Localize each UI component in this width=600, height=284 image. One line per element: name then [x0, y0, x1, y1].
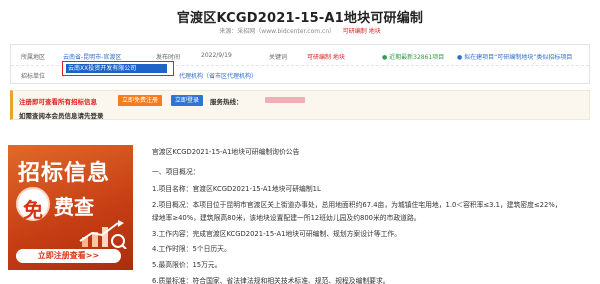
register-view-button[interactable]: 立即注册查看>>	[16, 249, 121, 263]
recent-projects-text: 近期最新32861项目	[389, 54, 445, 61]
item-overview-b: 绿地率≥40%，建筑限高80米，该地块设置配建一所12班幼儿园及约800米的市政…	[152, 214, 421, 222]
similar-projects-link[interactable]: ● 拟在建项目“可研编制地块”类似招标项目	[457, 52, 572, 61]
recent-projects-link[interactable]: ● 近期最新32861项目	[382, 52, 444, 61]
date-value: 2022/9/19	[201, 52, 232, 59]
item-quality: 6.质量标准：符合国家、省法律法规和相关技术标准、规范、规程及编制要求。	[152, 277, 390, 284]
register-prompt[interactable]: 注册即可查看所有招标信息	[19, 98, 97, 106]
company-highlight-box: 云南XX投资开发有限公司	[62, 61, 174, 76]
redacted-phone	[265, 97, 305, 103]
keyword-link[interactable]: 可研编制 地块	[307, 52, 345, 61]
source-text: 来源：采招网（www.bidcenter.com.cn）	[219, 28, 336, 35]
notice-line-2: 如需查阅本会员信息请先登录	[19, 112, 104, 120]
login-button[interactable]: 立即登录	[171, 95, 204, 106]
login-notice: 注册即可查看所有招标信息 立即免费注册 立即登录 服务热线： 如需查阅本会员信息…	[10, 90, 590, 120]
item-work-content: 3.工作内容：完成官渡区KCGD2021-15-A1地块可研编制、规划方案设计等…	[152, 230, 402, 238]
item-project-name: 1.项目名称：官渡区KCGD2021-15-A1地块可研编制1L	[152, 185, 321, 193]
agency-link[interactable]: 代理机构（省市区代理机构）	[179, 71, 257, 80]
growth-chart-icon	[79, 220, 127, 249]
hotline-label: 服务热线：	[210, 98, 243, 106]
item-overview-a: 2.项目概况：本项目位于昆明市官渡区关上街道办事处，总用地面积约67.4亩，为城…	[152, 201, 562, 209]
section-heading: 一、项目概况：	[152, 168, 200, 176]
page-title: 官渡区KCGD2021-15-A1地块可研编制	[176, 11, 424, 26]
announcement-heading: 官渡区KCGD2021-15-A1地块可研编制询价公告	[152, 148, 300, 156]
company-name-selected[interactable]: 云南XX投资开发有限公司	[66, 64, 167, 73]
region-link[interactable]: 云南省-昆明市-官渡区	[63, 52, 121, 61]
ad-headline-2: 费查	[54, 195, 94, 219]
company-label: 招标单位	[21, 73, 46, 80]
free-badge: 免	[16, 187, 50, 222]
item-time-limit: 4.工作时限：5个日历天。	[152, 245, 231, 253]
item-max-price: 5.最高限价：15万元。	[152, 261, 222, 269]
free-badge-text: 免	[23, 198, 43, 222]
ad-headline: 招标信息	[18, 161, 111, 186]
notice-line-1: 注册即可查看所有招标信息	[19, 96, 97, 106]
similar-projects-text: 拟在建项目“可研编制地块”类似招标项目	[464, 54, 573, 61]
free-query-ad-banner[interactable]: 招标信息 免 费查 立即注册查看>>	[8, 145, 133, 270]
region-label: 所属地区	[21, 54, 46, 61]
date-label: 发布时间	[156, 54, 181, 61]
page-meta: 来源：采招网（www.bidcenter.com.cn） 可研编制 地块	[0, 26, 600, 35]
register-button[interactable]: 立即免费注册	[118, 95, 163, 106]
meta-tags-link[interactable]: 可研编制 地块	[343, 28, 381, 35]
keyword-label: 关键词	[269, 54, 288, 61]
